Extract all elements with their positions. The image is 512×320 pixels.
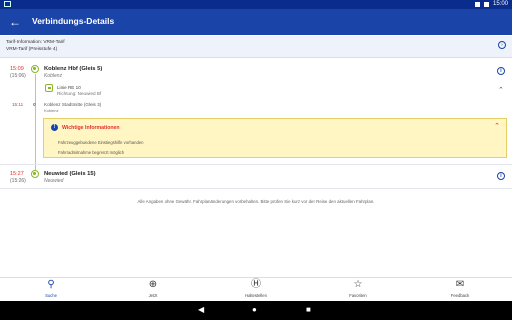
system-navigation-bar: ◀ ● ■ xyxy=(0,301,512,320)
train-icon xyxy=(45,84,53,92)
chevron-right-icon[interactable]: › xyxy=(498,41,506,49)
info-title: Wichtige Informationen xyxy=(62,125,120,131)
star-icon: ☆ xyxy=(353,279,363,290)
stop-icon: Ⓗ xyxy=(251,279,261,290)
info-icon[interactable]: i xyxy=(497,172,505,180)
end-stop-marker xyxy=(31,170,39,178)
disclaimer-text: Alle Angaben ohne Gewähr. Fahrplanänderu… xyxy=(137,199,375,204)
end-stop-city: Neuwied xyxy=(44,178,64,184)
status-time: 15:00 xyxy=(492,1,508,7)
status-app-icon xyxy=(4,1,11,7)
nav-label: Haltestellen xyxy=(245,293,267,298)
nav-suche[interactable]: ⚲ Suche xyxy=(24,280,78,300)
intermediate-stop-city: Koblenz xyxy=(44,108,59,113)
exclamation-icon: ! xyxy=(51,124,58,131)
train-line: Linie RE 10 xyxy=(57,85,81,90)
bottom-navigation: ⚲ Suche ⊕ Jetzt Ⓗ Haltestellen ☆ Favorit… xyxy=(0,277,512,301)
tarif-info-row[interactable]: Tarif-Information: VRM-Tarif VRM-Tarif (… xyxy=(0,36,512,58)
feedback-icon: ✉ xyxy=(455,279,465,290)
arrival-time-planned: (15:26) xyxy=(10,178,26,184)
chevron-up-icon[interactable]: ⌃ xyxy=(494,122,500,130)
tarif-detail: VRM-Tarif (Preisstufe 4) xyxy=(6,47,58,52)
nav-label: Jetzt xyxy=(148,293,158,298)
info-item: Fahrzeuggebundene Einstiegshilfe vorhand… xyxy=(58,140,144,145)
locate-icon: ⊕ xyxy=(148,279,158,290)
wifi-icon xyxy=(474,1,480,7)
nav-jetzt[interactable]: ⊕ Jetzt xyxy=(126,280,180,300)
tarif-label: Tarif-Information: VRM-Tarif xyxy=(6,40,65,45)
chevron-up-icon[interactable]: ⌃ xyxy=(498,86,504,94)
nav-label: Suche xyxy=(45,293,57,298)
route-line xyxy=(35,74,36,174)
departure-time-planned: (15:06) xyxy=(10,73,26,79)
nav-label: Favoriten xyxy=(349,293,367,298)
nav-favoriten[interactable]: ☆ Favoriten xyxy=(331,280,385,300)
back-triangle-icon[interactable]: ◀ xyxy=(198,306,204,314)
arrow-left-icon[interactable]: ← xyxy=(8,15,22,29)
end-stop-name: Neuwied (Gleis 15) xyxy=(44,171,96,177)
status-indicators: 15:00 xyxy=(474,1,508,7)
start-stop-marker xyxy=(31,65,39,73)
page-title: Verbindungs-Details xyxy=(32,16,115,26)
divider xyxy=(0,164,512,165)
divider xyxy=(0,188,512,189)
status-bar: 15:00 xyxy=(0,0,512,9)
app-bar: ← Verbindungs-Details xyxy=(0,9,512,35)
nav-label: Feedback xyxy=(450,293,470,298)
start-stop-name: Koblenz Hbf (Gleis 5) xyxy=(44,66,103,72)
info-icon[interactable]: i xyxy=(497,67,505,75)
intermediate-time: 15:11 xyxy=(12,102,24,107)
important-info-box[interactable]: ! Wichtige Informationen ⌃ Fahrzeuggebun… xyxy=(43,118,507,158)
nav-feedback[interactable]: ✉ Feedback xyxy=(433,280,487,300)
battery-icon xyxy=(483,1,489,7)
start-stop-city: Koblenz xyxy=(44,73,63,79)
search-icon: ⚲ xyxy=(47,279,55,290)
intermediate-stop-marker xyxy=(33,103,36,106)
train-direction: Richtung: Neuwied Bf xyxy=(57,91,102,96)
recents-square-icon[interactable]: ■ xyxy=(306,306,311,314)
arrival-time: 15:27 xyxy=(10,171,24,177)
departure-time: 15:09 xyxy=(10,66,24,72)
home-circle-icon[interactable]: ● xyxy=(252,306,257,314)
intermediate-stop-name: Koblenz Stadtmitte (Gleis 3) xyxy=(44,102,102,107)
nav-haltestellen[interactable]: Ⓗ Haltestellen xyxy=(229,280,283,300)
info-item: Fahrradmitnahme begrenzt möglich xyxy=(58,150,125,155)
